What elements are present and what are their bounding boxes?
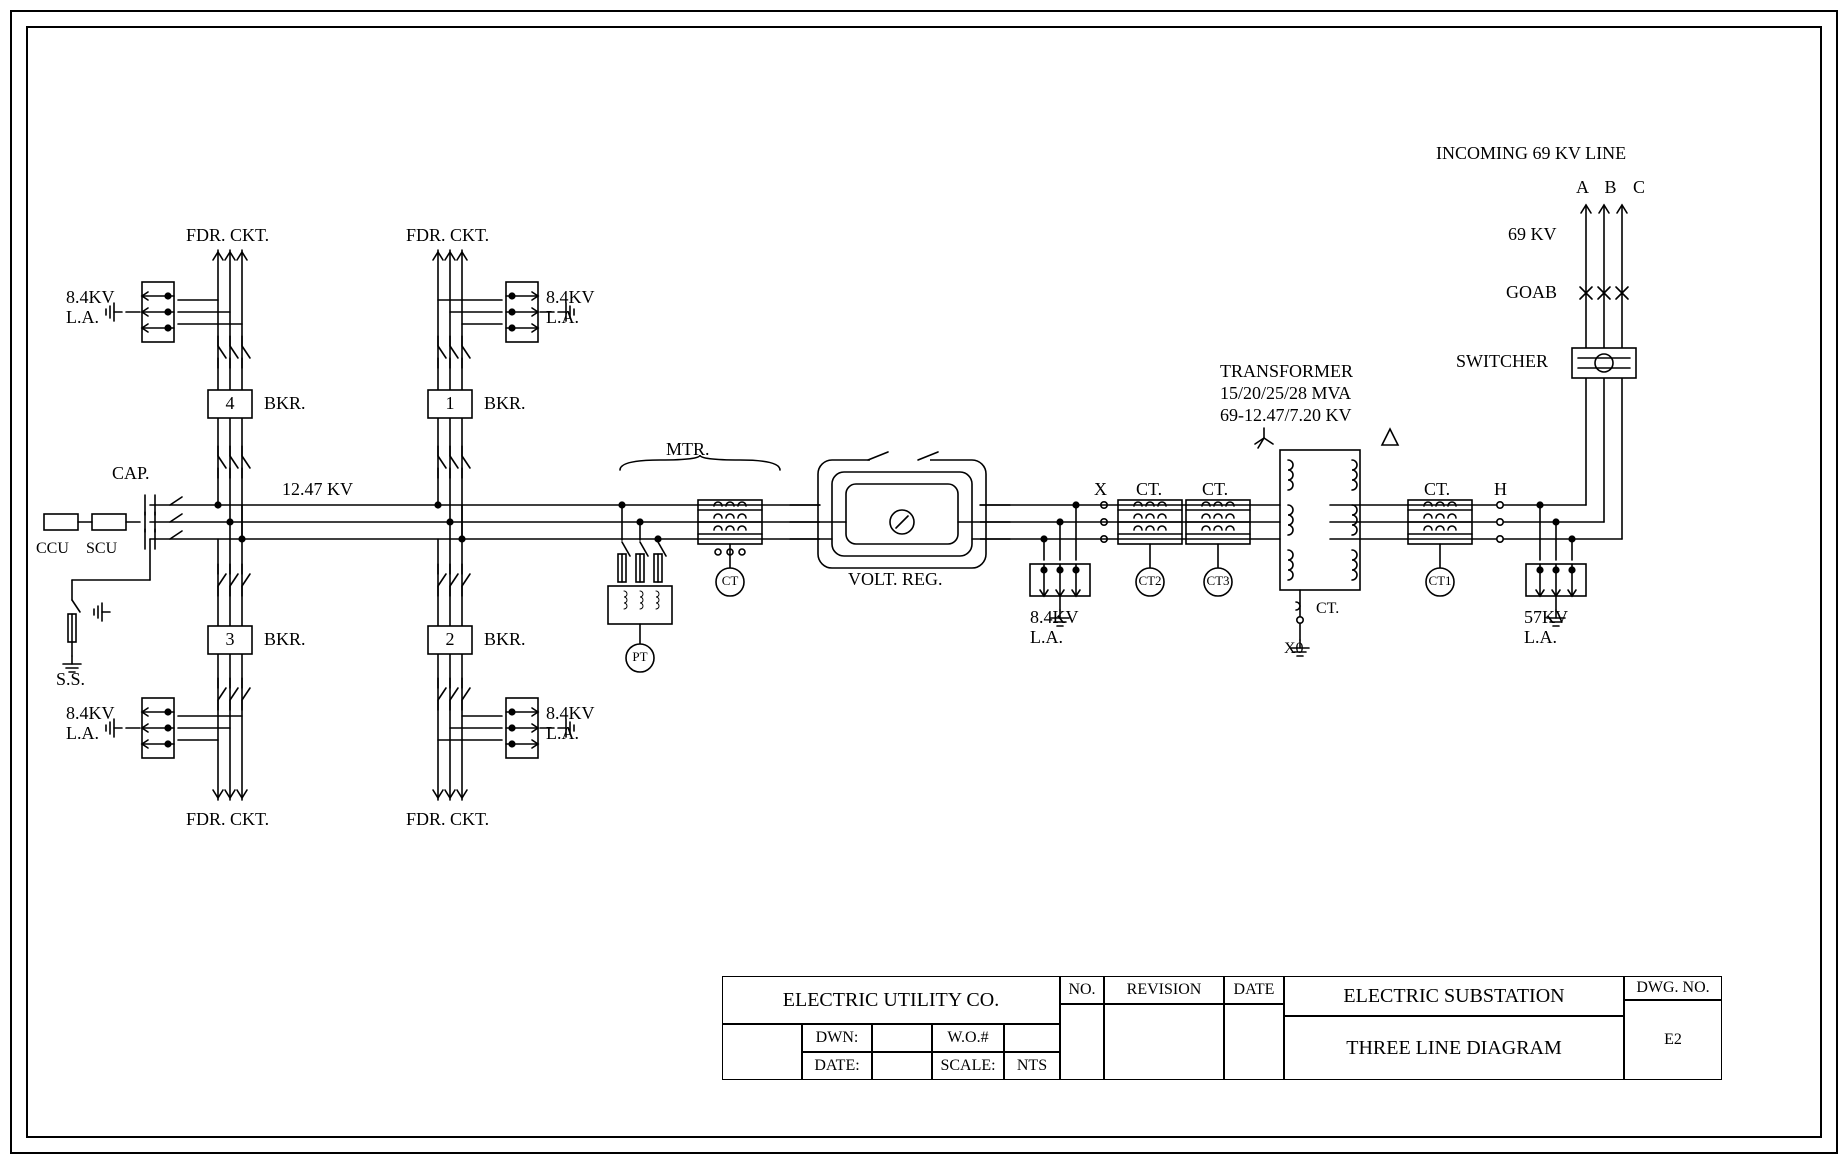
ss-label: S.S. — [56, 670, 85, 690]
xfmr-voltage: 69-12.47/7.20 KV — [1220, 406, 1352, 426]
la-8p4kv-x: 8.4KV L.A. — [1030, 608, 1079, 648]
tb-no: NO. — [1060, 976, 1104, 1004]
ct-label-2: CT. — [1136, 480, 1162, 500]
bkr3-num: 3 — [218, 630, 242, 650]
ccu-label: CCU — [36, 540, 69, 558]
goab-label: GOAB — [1506, 283, 1557, 303]
ct-circle: CT — [718, 574, 742, 588]
tb-dt: DATE — [1224, 976, 1284, 1004]
hv-run — [1330, 502, 1622, 626]
tb-date-val — [872, 1052, 932, 1080]
la-57kv: 57KV L.A. — [1524, 608, 1568, 648]
incoming-lines — [1572, 205, 1636, 539]
tb-blank-left — [722, 1024, 802, 1080]
xfmr-label: TRANSFORMER — [1220, 362, 1353, 382]
ct2-circle: CT2 — [1136, 574, 1164, 588]
tb-dwn-val — [872, 1024, 932, 1052]
la-fdr3: 8.4KV L.A. — [66, 704, 115, 744]
scu-label: SCU — [86, 540, 117, 558]
ct1-circle: CT1 — [1426, 574, 1454, 588]
x-label: X — [1094, 480, 1107, 500]
bkr4-num: 4 — [218, 394, 242, 414]
mtr-label: MTR. — [666, 440, 710, 460]
fdr2-ckt: FDR. CKT. — [406, 810, 489, 830]
tb-title: THREE LINE DIAGRAM — [1284, 1016, 1624, 1080]
la-fdr4: 8.4KV L.A. — [66, 288, 115, 328]
incoming-title: INCOMING 69 KV LINE — [1436, 144, 1626, 164]
tb-company: ELECTRIC UTILITY CO. — [722, 976, 1060, 1024]
feeder-3 — [106, 505, 252, 800]
transformer — [1255, 428, 1398, 656]
tb-nts: NTS — [1004, 1052, 1060, 1080]
volt-reg — [790, 452, 1010, 568]
tb-dt-val — [1224, 1004, 1284, 1080]
ct-label-3: CT. — [1202, 480, 1228, 500]
la-fdr2: 8.4KV L.A. — [546, 704, 595, 744]
cap-label: CAP. — [112, 464, 150, 484]
ct-label-n: CT. — [1316, 600, 1339, 618]
ct-label-hv: CT. — [1424, 480, 1450, 500]
tb-scale: SCALE: — [932, 1052, 1004, 1080]
tb-wo-val — [1004, 1024, 1060, 1052]
company-text: ELECTRIC UTILITY CO. — [783, 989, 999, 1012]
fdr4-ckt: FDR. CKT. — [186, 226, 269, 246]
metering — [608, 455, 780, 672]
bkr2-num: 2 — [438, 630, 462, 650]
bkr1-num: 1 — [438, 394, 462, 414]
tb-no-val — [1060, 1004, 1104, 1080]
tb-project: ELECTRIC SUBSTATION — [1284, 976, 1624, 1016]
tb-dwn: DWN: — [802, 1024, 872, 1052]
h-label: H — [1494, 480, 1507, 500]
bkr3-label: BKR. — [264, 630, 306, 650]
tb-rev: REVISION — [1104, 976, 1224, 1004]
tb-wo: W.O.# — [932, 1024, 1004, 1052]
bkr2-label: BKR. — [484, 630, 526, 650]
bkr1-label: BKR. — [484, 394, 526, 414]
kv-69: 69 KV — [1508, 225, 1557, 245]
fdr3-ckt: FDR. CKT. — [186, 810, 269, 830]
la-fdr1: 8.4KV L.A. — [546, 288, 595, 328]
bkr4-label: BKR. — [264, 394, 306, 414]
bus-kv: 12.47 KV — [282, 480, 353, 500]
ct3-circle: CT3 — [1204, 574, 1232, 588]
fdr1-ckt: FDR. CKT. — [406, 226, 489, 246]
tb-date: DATE: — [802, 1052, 872, 1080]
switcher-label: SWITCHER — [1456, 352, 1548, 372]
xfmr-rating: 15/20/25/28 MVA — [1220, 384, 1351, 404]
voltreg-label: VOLT. REG. — [848, 570, 943, 590]
tb-dwgno: E2 — [1624, 1000, 1722, 1080]
tb-dwgno-hdr: DWG. NO. — [1624, 976, 1722, 1000]
feeder-2 — [428, 505, 574, 800]
x0-label: X0 — [1284, 640, 1304, 658]
tb-rev-val — [1104, 1004, 1224, 1080]
phase-labels: A B C — [1576, 178, 1651, 198]
pt-circle: PT — [630, 650, 650, 664]
